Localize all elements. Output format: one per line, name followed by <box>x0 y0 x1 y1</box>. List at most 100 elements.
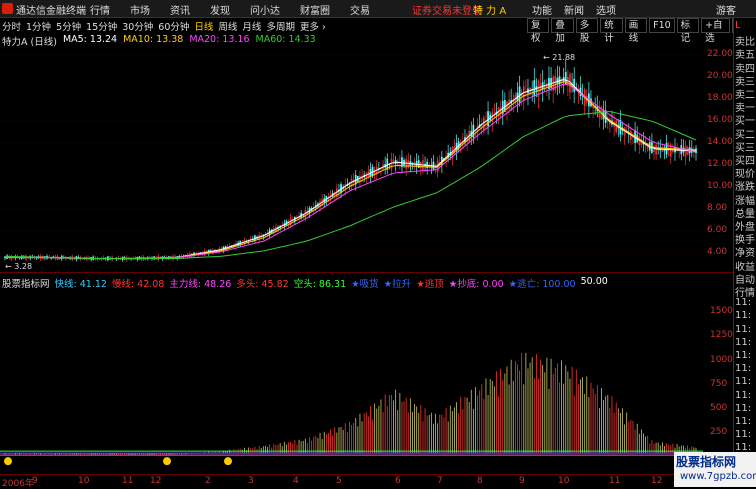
menu-item[interactable]: 选项 <box>596 2 616 17</box>
side-panel-label: 11: <box>735 402 752 414</box>
period-tab[interactable]: 15分钟 <box>86 19 117 33</box>
date-tick-label: 11 <box>122 476 134 486</box>
main-menu: 行情 市场 资讯 发现 问小达 财富圈 交易 <box>90 2 390 17</box>
side-panel-label: L <box>735 20 741 31</box>
signal-marker-icon <box>163 457 171 466</box>
indicator-scale: 1500 1250 1000 750 500 250 <box>703 287 733 467</box>
period-tab[interactable]: 多周期 <box>266 19 295 33</box>
price-tick-label: 4.00 <box>707 247 728 258</box>
period-tab[interactable]: 月线 <box>242 19 261 33</box>
indicator-tick-label: 1250 <box>710 330 733 341</box>
right-menu: 功能 新闻 选项 <box>532 2 628 17</box>
side-panel-label: 11: <box>735 297 752 309</box>
indicator-tick-label: 750 <box>710 378 728 389</box>
indicator-tick-label: 1500 <box>710 306 733 317</box>
price-tick-label: 10.00 <box>707 181 733 192</box>
period-tab[interactable]: 分时 <box>2 19 21 33</box>
tool-button[interactable]: 复权 <box>527 18 550 44</box>
price-tick-label: 16.00 <box>707 115 733 126</box>
quote-side-panel: L 卖比 卖五 卖四 卖三 卖二 卖一 买一 买二 买三 买四 现价 涨跌 涨幅 总量 外盘 换手 净资 收益 自动行… <box>733 18 756 468</box>
date-tick-label: 9 <box>32 476 38 486</box>
date-tick-label: 8 <box>477 476 483 486</box>
indicator-tick-label: 1000 <box>710 354 733 365</box>
title-bar: 通达信金融终端 行情 市场 资讯 发现 问小达 财富圈 交易 证券交易未登录 特… <box>0 0 756 18</box>
side-panel-label: 11: <box>735 429 752 441</box>
app-logo-icon <box>2 3 13 14</box>
price-tick-label: 22.00 <box>707 49 733 60</box>
indicator-tick-label: 250 <box>710 426 728 437</box>
candle-body <box>533 80 536 96</box>
login-notice[interactable]: 证券交易未登录 <box>412 2 482 17</box>
date-tick-label: 12 <box>150 476 162 486</box>
menu-item[interactable]: 发现 <box>210 2 230 17</box>
side-panel-label: 11: <box>735 389 752 401</box>
watermark-url: www.7gpzb.com <box>680 471 756 482</box>
menu-item[interactable]: 市场 <box>130 2 150 17</box>
menu-item[interactable]: 财富圈 <box>300 2 330 17</box>
ma-line-ma60 <box>4 110 697 259</box>
date-tick-label: 6 <box>395 476 401 486</box>
date-tick-label: 3 <box>248 476 254 486</box>
app-name: 通达信金融终端 <box>16 6 86 17</box>
date-tick-label: 10 <box>78 476 90 486</box>
period-tab[interactable]: 60分钟 <box>158 19 189 33</box>
stock-name: 特 力 A <box>473 6 507 17</box>
date-tick-label: 10 <box>558 476 570 486</box>
date-tick-label: 4 <box>293 476 299 486</box>
signal-marker-icon <box>224 457 232 466</box>
period-tab[interactable]: 周线 <box>218 19 237 33</box>
low-annotation: ← 3.28 <box>5 262 32 270</box>
period-tabs: 分时 1分钟 5分钟 15分钟 30分钟 60分钟 日线 周线 月线 多周期 更多 › <box>2 19 331 33</box>
watermark-title: 股票指标网 <box>676 455 737 469</box>
date-tick-label: 2006年 <box>2 479 34 489</box>
date-tick-label: 5 <box>336 476 342 486</box>
side-panel-label: 11: <box>735 310 752 322</box>
price-tick-label: 6.00 <box>707 225 728 236</box>
date-tick-label: 7 <box>437 476 443 486</box>
side-panel-label: 11: <box>735 363 752 375</box>
indicator-chart[interactable] <box>0 287 703 467</box>
chart-tools: 复权叠加多股统计画线F10标记+自选返回 <box>527 18 756 44</box>
signal-marker-icon <box>4 457 12 466</box>
menu-item[interactable]: 行情 <box>90 2 110 17</box>
pane-divider[interactable] <box>0 272 733 273</box>
tool-button[interactable]: 标记 <box>676 18 700 44</box>
menu-item[interactable]: 问小达 <box>250 2 280 17</box>
price-tick-label: 8.00 <box>707 203 728 214</box>
price-scale: 22.00 20.00 18.00 16.00 14.00 12.00 10.00 8.00 6… <box>703 44 733 270</box>
indicator-tick-label: 500 <box>710 402 728 413</box>
period-tab[interactable]: 更多 › <box>300 19 326 33</box>
period-tab[interactable]: 5分钟 <box>56 19 81 33</box>
tool-button[interactable]: 多股 <box>575 18 599 44</box>
price-tick-label: 14.00 <box>707 137 733 148</box>
side-panel-label: 11: <box>735 350 752 361</box>
tool-button[interactable]: 叠加 <box>551 18 574 44</box>
watermark-logo: 股票指标网 www.7gpzb.com <box>674 452 756 487</box>
period-tab[interactable]: 1分钟 <box>26 19 51 33</box>
menu-item[interactable]: 新闻 <box>564 2 584 17</box>
side-panel-label: 11: <box>735 376 752 388</box>
tool-button[interactable]: 画线 <box>624 18 648 44</box>
date-tick-label: 2 <box>205 476 211 486</box>
date-tick-label: 9 <box>519 476 525 486</box>
period-toolbar: 分时 1分钟 5分钟 15分钟 30分钟 60分钟 日线 周线 月线 多周期 更多 › 复权 叠加 多股… <box>0 18 756 44</box>
period-tab[interactable]: 日线 <box>194 19 213 33</box>
side-panel-label: 11: <box>735 336 752 348</box>
tool-button[interactable]: 统计 <box>600 18 623 44</box>
date-axis: 2006年 9 10 11 12 2 3 4 5 6 7 8 9 10 11 12 <box>0 474 703 489</box>
price-tick-label: 20.00 <box>707 71 733 82</box>
guest-label[interactable]: 游客 <box>716 2 736 17</box>
side-panel-label: 11: <box>735 416 752 427</box>
menu-item[interactable]: 交易 <box>350 2 370 17</box>
ma-line-ma20 <box>5 83 697 259</box>
candle-body <box>518 86 521 103</box>
price-tick-label: 18.00 <box>707 93 733 104</box>
price-chart[interactable]: ← 21.88 ← 3.28 <box>0 44 703 270</box>
tool-button[interactable]: +自选 <box>701 18 730 44</box>
tool-button[interactable]: F10 <box>649 18 675 33</box>
date-tick-label: 12 <box>651 476 663 486</box>
menu-item[interactable]: 功能 <box>532 2 552 17</box>
ma-line-ma10 <box>5 81 697 259</box>
menu-item[interactable]: 资讯 <box>170 2 190 17</box>
period-tab[interactable]: 30分钟 <box>122 19 153 33</box>
